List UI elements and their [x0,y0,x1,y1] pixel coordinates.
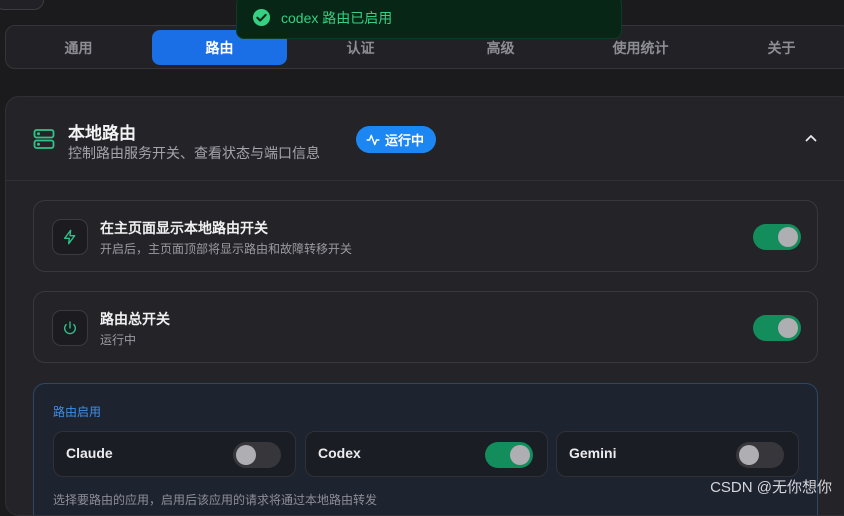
window-corner-button[interactable] [0,0,44,10]
activity-icon [366,134,380,145]
app-item-gemini: Gemini [556,431,799,477]
show-route-toggle-card: 在主页面显示本地路由开关 开启后，主页面顶部将显示路由和故障转移开关 [33,200,818,272]
toast-text: codex 路由已启用 [281,9,393,26]
card-subtitle: 开启后，主页面顶部将显示路由和故障转移开关 [100,242,353,256]
route-enable-box: 路由启用 Claude Codex Gemini 选择要路由的应用，启用后该应用… [33,383,818,515]
card-title: 路由总开关 [100,311,170,327]
section-subtitle: 控制路由服务开关、查看状态与端口信息 [68,145,320,161]
route-hint: 选择要路由的应用，启用后该应用的请求将通过本地路由转发 [53,493,378,507]
status-badge: 运行中 [356,126,437,153]
power-icon [52,310,88,346]
master-switch-toggle[interactable] [753,315,801,341]
tab-general[interactable]: 通用 [11,30,146,65]
codex-toggle[interactable] [485,442,533,468]
app-name: Codex [318,445,361,461]
server-icon [32,127,56,151]
app-item-codex: Codex [305,431,548,477]
app-item-claude: Claude [53,431,296,477]
claude-toggle[interactable] [233,442,281,468]
app-name: Claude [66,445,113,461]
check-circle-icon [252,8,271,27]
watermark: CSDN @无你想你 [710,479,832,496]
section-title: 本地路由 [68,124,136,143]
panel-header[interactable]: 本地路由 控制路由服务开关、查看状态与端口信息 运行中 [6,97,844,181]
card-subtitle: 运行中 [100,333,137,347]
card-title: 在主页面显示本地路由开关 [100,220,268,236]
gemini-toggle[interactable] [736,442,784,468]
status-badge-label: 运行中 [385,133,425,148]
lightning-icon [52,219,88,255]
show-route-toggle[interactable] [753,224,801,250]
tab-about[interactable]: 关于 [714,30,844,65]
toast-notification: codex 路由已启用 [236,0,622,39]
chevron-up-icon[interactable] [804,131,818,145]
local-routing-panel: 本地路由 控制路由服务开关、查看状态与端口信息 运行中 在主页面显示本地路由开关… [5,96,844,516]
master-switch-card: 路由总开关 运行中 [33,291,818,363]
route-enable-label: 路由启用 [53,405,102,419]
app-name: Gemini [569,445,617,461]
